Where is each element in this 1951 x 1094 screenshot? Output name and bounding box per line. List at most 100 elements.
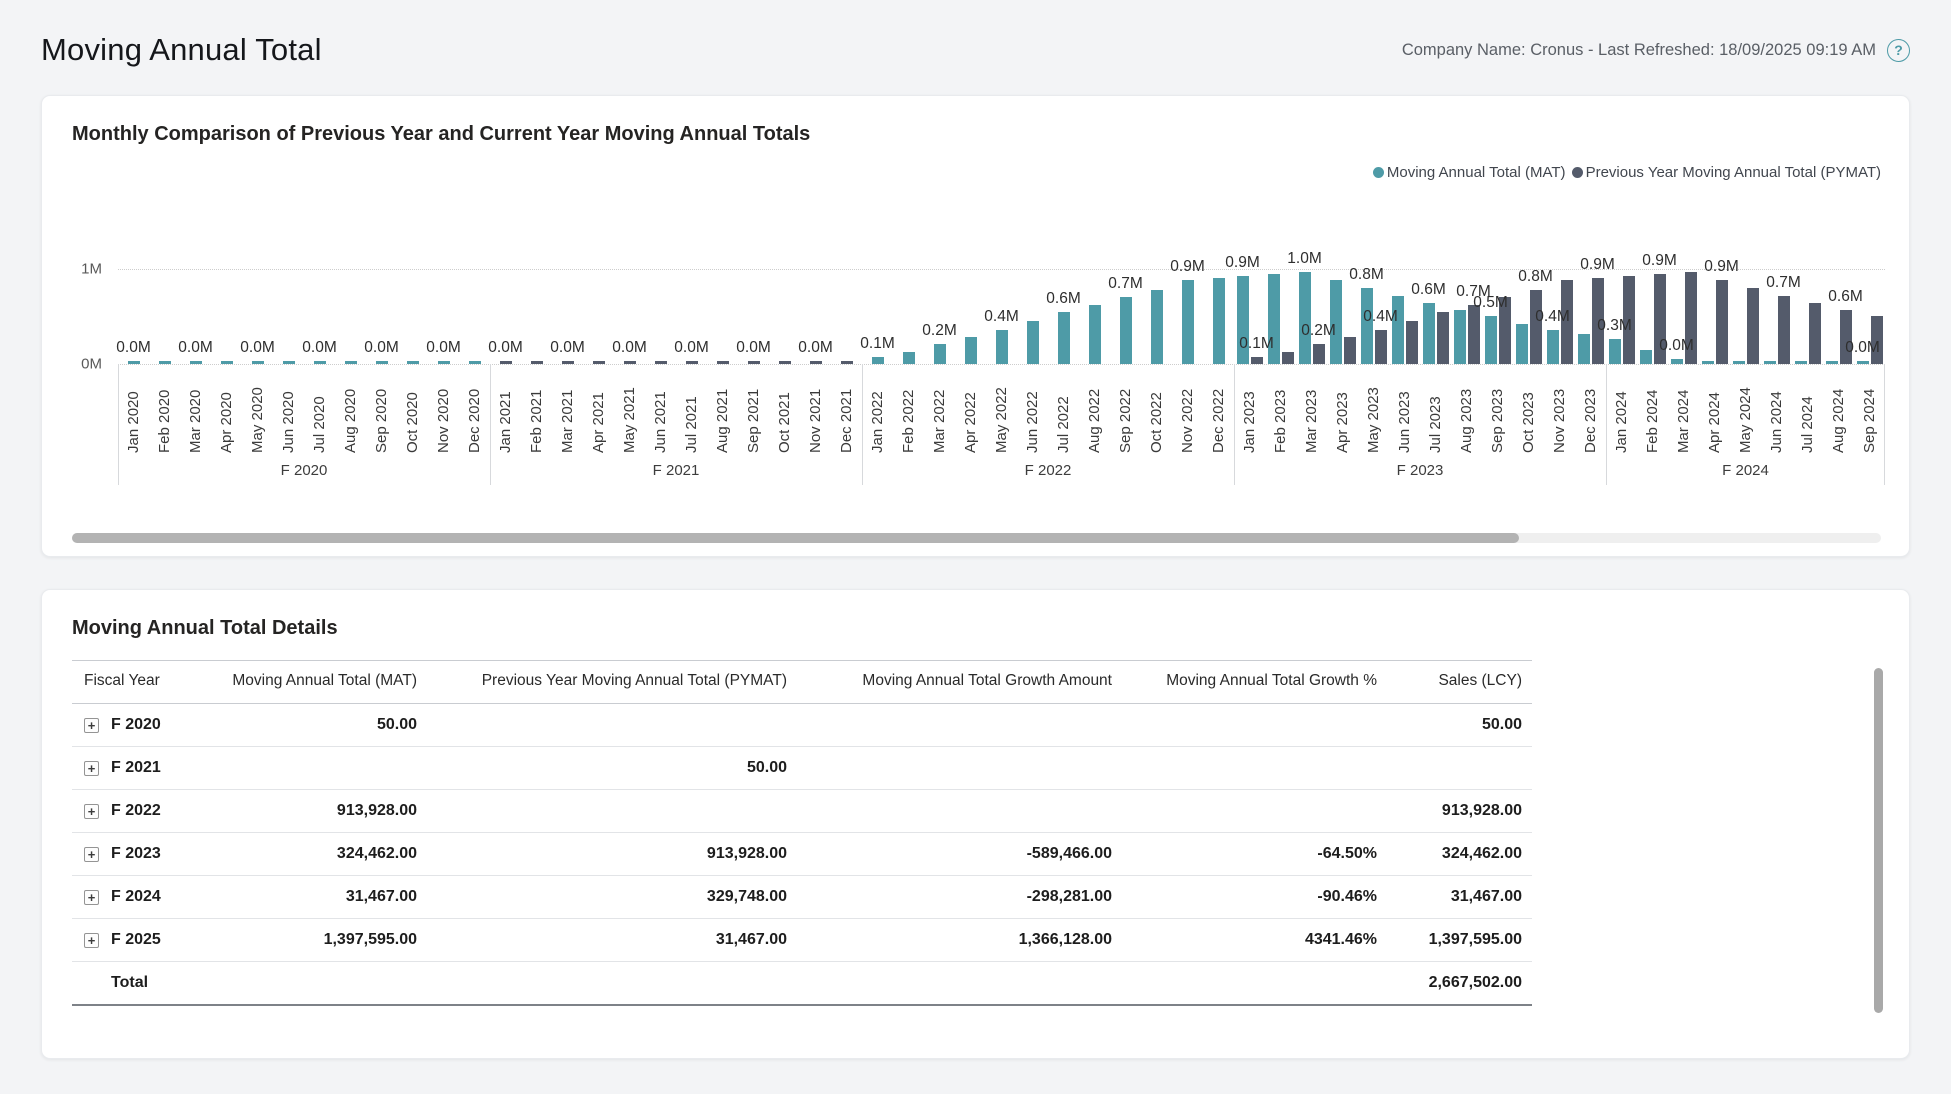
mat-bar[interactable] bbox=[996, 330, 1008, 364]
mat-bar[interactable] bbox=[1120, 297, 1132, 364]
expand-row-button[interactable]: + bbox=[84, 847, 99, 862]
expand-row-button[interactable]: + bbox=[84, 761, 99, 776]
pymat-bar[interactable] bbox=[779, 361, 791, 364]
table-row[interactable]: +F 202050.0050.00 bbox=[72, 704, 1532, 747]
mat-bar[interactable] bbox=[1485, 316, 1497, 364]
mat-bar[interactable] bbox=[934, 344, 946, 364]
mat-bar[interactable] bbox=[221, 361, 233, 364]
help-icon[interactable]: ? bbox=[1887, 39, 1910, 62]
table-vertical-scrollbar[interactable] bbox=[1874, 668, 1883, 1013]
pymat-bar[interactable] bbox=[500, 361, 512, 364]
pymat-bar[interactable] bbox=[1840, 310, 1852, 364]
chart-horizontal-scrollbar-thumb[interactable] bbox=[72, 533, 1519, 543]
mat-bar[interactable] bbox=[438, 361, 450, 364]
mat-bar[interactable] bbox=[1423, 303, 1435, 364]
mat-bar[interactable] bbox=[469, 361, 481, 364]
mat-bar[interactable] bbox=[1027, 321, 1039, 364]
pymat-bar[interactable] bbox=[624, 361, 636, 364]
pymat-bar[interactable] bbox=[531, 361, 543, 364]
pymat-bar[interactable] bbox=[1747, 288, 1759, 364]
legend-item[interactable]: Previous Year Moving Annual Total (PYMAT… bbox=[1572, 162, 1881, 182]
mat-bar[interactable] bbox=[1089, 305, 1101, 364]
pymat-bar[interactable] bbox=[1313, 344, 1325, 364]
mat-bar[interactable] bbox=[1151, 290, 1163, 364]
pymat-bar[interactable] bbox=[1251, 357, 1263, 364]
mat-bar[interactable] bbox=[1795, 361, 1807, 364]
mat-bar[interactable] bbox=[1857, 361, 1869, 364]
mat-bar[interactable] bbox=[1516, 324, 1528, 364]
table-row[interactable]: +F 2023324,462.00913,928.00-589,466.00-6… bbox=[72, 833, 1532, 876]
mat-bar[interactable] bbox=[128, 361, 140, 364]
column-header-fiscal-year[interactable]: Fiscal Year bbox=[72, 661, 192, 704]
pymat-bar[interactable] bbox=[1561, 280, 1573, 364]
column-header-1[interactable]: Moving Annual Total (MAT) bbox=[192, 661, 427, 704]
pymat-bar[interactable] bbox=[1344, 337, 1356, 364]
mat-bar[interactable] bbox=[376, 361, 388, 364]
mat-bar[interactable] bbox=[1640, 350, 1652, 364]
pymat-bar[interactable] bbox=[686, 361, 698, 364]
table-row[interactable]: +F 202150.00 bbox=[72, 747, 1532, 790]
table-row[interactable]: +F 20251,397,595.0031,467.001,366,128.00… bbox=[72, 919, 1532, 962]
pymat-bar[interactable] bbox=[593, 361, 605, 364]
mat-bar[interactable] bbox=[314, 361, 326, 364]
mat-bar[interactable] bbox=[1671, 359, 1683, 364]
mat-bar[interactable] bbox=[1361, 288, 1373, 364]
pymat-bar[interactable] bbox=[1654, 274, 1666, 364]
chart-horizontal-scrollbar[interactable] bbox=[72, 533, 1881, 543]
mat-bar[interactable] bbox=[1058, 312, 1070, 364]
mat-bar[interactable] bbox=[1733, 361, 1745, 364]
pymat-bar[interactable] bbox=[748, 361, 760, 364]
pymat-bar[interactable] bbox=[1499, 297, 1511, 364]
pymat-bar[interactable] bbox=[1437, 312, 1449, 364]
expand-row-button[interactable]: + bbox=[84, 933, 99, 948]
pymat-bar[interactable] bbox=[1282, 352, 1294, 364]
mat-bar[interactable] bbox=[252, 361, 264, 364]
expand-row-button[interactable]: + bbox=[84, 804, 99, 819]
column-header-4[interactable]: Moving Annual Total Growth % bbox=[1122, 661, 1387, 704]
pymat-bar[interactable] bbox=[1375, 330, 1387, 364]
mat-bar[interactable] bbox=[1826, 361, 1838, 364]
column-header-2[interactable]: Previous Year Moving Annual Total (PYMAT… bbox=[427, 661, 797, 704]
mat-bar[interactable] bbox=[407, 361, 419, 364]
pymat-bar[interactable] bbox=[717, 361, 729, 364]
mat-bar[interactable] bbox=[1454, 310, 1466, 364]
pymat-bar[interactable] bbox=[655, 361, 667, 364]
mat-bar[interactable] bbox=[1182, 280, 1194, 364]
pymat-bar[interactable] bbox=[1592, 278, 1604, 364]
mat-bar[interactable] bbox=[1578, 334, 1590, 364]
mat-bar[interactable] bbox=[1702, 361, 1714, 364]
mat-bar[interactable] bbox=[1547, 330, 1559, 364]
mat-bar[interactable] bbox=[283, 361, 295, 364]
pymat-bar[interactable] bbox=[1809, 303, 1821, 364]
legend-item[interactable]: Moving Annual Total (MAT) bbox=[1373, 162, 1566, 182]
pymat-bar[interactable] bbox=[1406, 321, 1418, 364]
pymat-bar[interactable] bbox=[1685, 272, 1697, 364]
pymat-bar[interactable] bbox=[1623, 276, 1635, 364]
mat-bar[interactable] bbox=[159, 361, 171, 364]
mat-bar[interactable] bbox=[1330, 280, 1342, 364]
table-row[interactable]: +F 2022913,928.00913,928.00 bbox=[72, 790, 1532, 833]
mat-bar[interactable] bbox=[1609, 339, 1621, 364]
mat-bar[interactable] bbox=[345, 361, 357, 364]
mat-bar[interactable] bbox=[1299, 272, 1311, 364]
expand-row-button[interactable]: + bbox=[84, 718, 99, 733]
mat-bar[interactable] bbox=[872, 357, 884, 364]
mat-bar[interactable] bbox=[1237, 276, 1249, 364]
expand-row-button[interactable]: + bbox=[84, 890, 99, 905]
mat-bar[interactable] bbox=[190, 361, 202, 364]
mat-bar[interactable] bbox=[1268, 274, 1280, 364]
column-header-3[interactable]: Moving Annual Total Growth Amount bbox=[797, 661, 1122, 704]
mat-bar[interactable] bbox=[1764, 361, 1776, 364]
pymat-bar[interactable] bbox=[810, 361, 822, 364]
pymat-bar[interactable] bbox=[1716, 280, 1728, 364]
table-row[interactable]: +F 202431,467.00329,748.00-298,281.00-90… bbox=[72, 876, 1532, 919]
pymat-bar[interactable] bbox=[841, 361, 853, 364]
mat-bar[interactable] bbox=[965, 337, 977, 364]
mat-bar[interactable] bbox=[1213, 278, 1225, 364]
pymat-bar[interactable] bbox=[562, 361, 574, 364]
pymat-bar[interactable] bbox=[1871, 316, 1883, 364]
pymat-bar[interactable] bbox=[1530, 290, 1542, 364]
mat-bar[interactable] bbox=[903, 352, 915, 364]
column-header-5[interactable]: Sales (LCY) bbox=[1387, 661, 1532, 704]
mat-bar[interactable] bbox=[1392, 296, 1404, 364]
